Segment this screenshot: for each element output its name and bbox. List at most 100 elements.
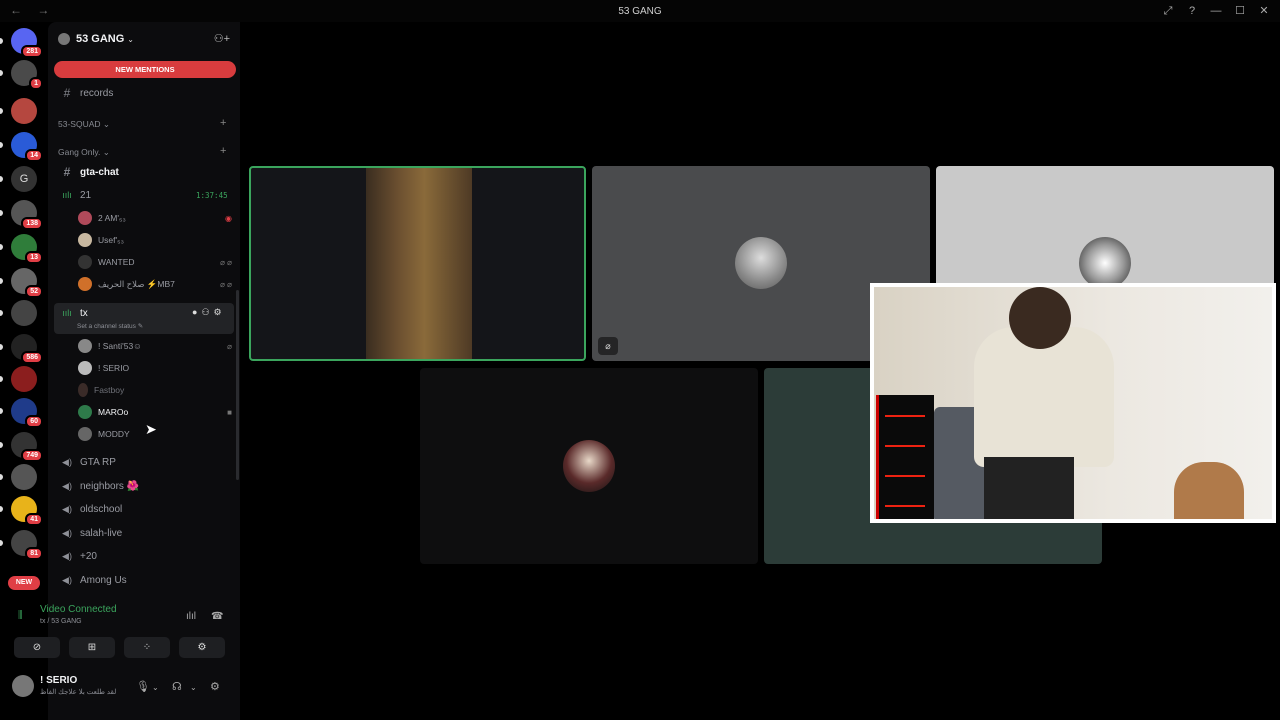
unread-badge: 1 <box>29 77 43 90</box>
voice-user-name: MAROo <box>98 407 129 417</box>
unread-pill <box>0 442 3 448</box>
video-tile-camera[interactable] <box>249 166 586 361</box>
server-icon[interactable]: 1 <box>11 60 43 90</box>
speaker-icon: ◀) <box>62 480 72 491</box>
channel-actions: ●⚇⚙ <box>192 307 226 318</box>
voice-user[interactable]: 2 AM'₅₃ ◉ <box>78 208 238 228</box>
voice-user[interactable]: ! SERIO <box>78 358 238 378</box>
pc-case <box>876 395 934 519</box>
category-gang-only[interactable]: Gang Only. ⌄ <box>58 147 110 158</box>
user-name[interactable]: ! SERIO <box>40 675 77 686</box>
server-icon[interactable]: 586 <box>11 334 43 364</box>
channel-label: oldschool <box>80 503 123 515</box>
channel-status[interactable]: Set a channel status ✎ <box>77 322 143 330</box>
server-icon[interactable] <box>11 464 37 490</box>
voice-activity-icon: ıılı <box>62 308 72 318</box>
voice-channel[interactable]: ◀) oldschool <box>48 499 240 519</box>
unread-badge: 138 <box>21 217 43 230</box>
server-icon[interactable]: 14 <box>11 132 43 162</box>
category-53-squad[interactable]: 53-SQUAD ⌄ <box>58 119 110 130</box>
server-icon[interactable]: 52 <box>11 268 43 298</box>
server-icon[interactable]: 281 <box>11 28 43 58</box>
server-icon[interactable]: 13 <box>11 234 43 264</box>
minimize-button[interactable]: — <box>1206 2 1226 20</box>
avatar <box>78 339 92 353</box>
voice-user-name: ! Santi'53☺ <box>98 341 142 351</box>
gear-icon[interactable]: ⚙ <box>214 307 226 317</box>
microphone-icon[interactable]: 🎙 <box>136 680 150 693</box>
voice-channel[interactable]: ◀) Among Us <box>48 570 240 590</box>
chevron-down-icon[interactable]: ⌄ <box>152 683 159 692</box>
activities-button[interactable]: ⁘ <box>124 637 170 658</box>
speaker-icon: ◀) <box>62 503 72 514</box>
noise-suppression-icon[interactable]: ılıl <box>186 611 196 622</box>
server-icon[interactable] <box>11 366 37 392</box>
hash-icon: # <box>63 165 71 179</box>
voice-user[interactable]: WANTED ⌀ ⌀ <box>78 252 238 272</box>
soundboard-button[interactable]: ⚙ <box>179 637 225 658</box>
voice-channel[interactable]: ◀) GTA RP <box>48 452 240 472</box>
avatar[interactable] <box>12 675 34 697</box>
new-servers-badge[interactable]: NEW <box>8 576 40 590</box>
voice-user[interactable]: Fastboy <box>78 380 238 400</box>
webcam-overlay <box>870 283 1276 523</box>
unread-badge: 281 <box>21 45 43 58</box>
avatar <box>735 237 787 289</box>
avatar <box>78 211 92 225</box>
signal-icon[interactable]: ⫼ <box>18 610 23 621</box>
voice-user[interactable]: MAROo ■ <box>78 402 238 422</box>
help-icon[interactable]: ? <box>1182 2 1202 20</box>
disconnect-icon[interactable]: ☎ <box>211 611 223 622</box>
voice-user[interactable]: صلاح الحريف ⚡MB7 ⌀ ⌀ <box>78 274 238 294</box>
server-icon[interactable]: 81 <box>11 530 43 560</box>
new-mentions-pill[interactable]: NEW MENTIONS <box>54 61 236 78</box>
sidebar-scrollbar[interactable] <box>236 290 239 480</box>
server-icon[interactable]: 60 <box>11 398 43 428</box>
server-rail: 281 1 14 G 138 13 52 586 60 749 41 81 <box>0 22 48 720</box>
server-icon[interactable]: 138 <box>11 200 43 230</box>
voice-channel[interactable]: ◀) +20 <box>48 546 240 566</box>
toggle-camera-button[interactable]: ⊘ <box>14 637 60 658</box>
voice-user-name: 2 AM'₅₃ <box>98 213 126 223</box>
channel-label: tx <box>80 307 88 319</box>
muted-icon: ⌀ <box>227 341 232 351</box>
voice-channel[interactable]: ◀) salah-live <box>48 523 240 543</box>
channel-gta-chat[interactable]: # gta-chat <box>48 162 240 182</box>
server-header[interactable]: 53 GANG ⌄ ⚇+ <box>58 30 236 48</box>
channel-label: salah-live <box>80 527 123 539</box>
unread-badge: 749 <box>21 449 43 462</box>
unread-pill <box>0 278 3 284</box>
voice-user[interactable]: ! Santi'53☺ ⌀ <box>78 336 238 356</box>
video-icon: ■ <box>227 407 232 417</box>
voice-location[interactable]: tx / 53 GANG <box>40 618 82 625</box>
gear-icon[interactable]: ⚙ <box>210 680 220 693</box>
muted-icon: ⌀ ⌀ <box>220 257 232 267</box>
avatar <box>78 427 92 441</box>
voice-user[interactable]: Usef'₅₃ <box>78 230 238 250</box>
mouse-cursor: ➤ <box>145 421 157 437</box>
avatar <box>78 277 92 291</box>
invite-icon[interactable]: ⚇+ <box>214 32 230 45</box>
voice-user[interactable]: MODDY <box>78 424 238 444</box>
voice-status[interactable]: Video Connected <box>40 604 117 615</box>
server-icon[interactable]: 749 <box>11 432 43 462</box>
headphones-icon[interactable]: ☊ <box>172 680 182 693</box>
close-button[interactable]: ✕ <box>1254 2 1274 20</box>
video-tile[interactable] <box>420 368 758 564</box>
channel-records[interactable]: # records <box>48 83 240 103</box>
unread-badge: 586 <box>21 351 43 364</box>
add-member-icon[interactable]: ⚇ <box>201 307 213 317</box>
unread-pill <box>0 176 3 182</box>
voice-channel[interactable]: ◀) neighbors 🌺 <box>48 476 240 496</box>
server-icon[interactable]: 41 <box>11 496 43 526</box>
server-icon[interactable]: G <box>11 166 37 192</box>
chevron-down-icon[interactable]: ⌄ <box>190 683 197 692</box>
speaker-icon: ◀) <box>62 550 72 561</box>
speaker-icon: ◀) <box>62 527 72 538</box>
server-icon[interactable] <box>11 98 37 124</box>
maximize-button[interactable]: ☐ <box>1230 2 1250 20</box>
server-icon[interactable] <box>11 300 37 326</box>
person-head <box>1009 287 1071 349</box>
share-screen-button[interactable]: ⊞ <box>69 637 115 658</box>
popout-icon[interactable]: ⤢ <box>1158 2 1178 20</box>
